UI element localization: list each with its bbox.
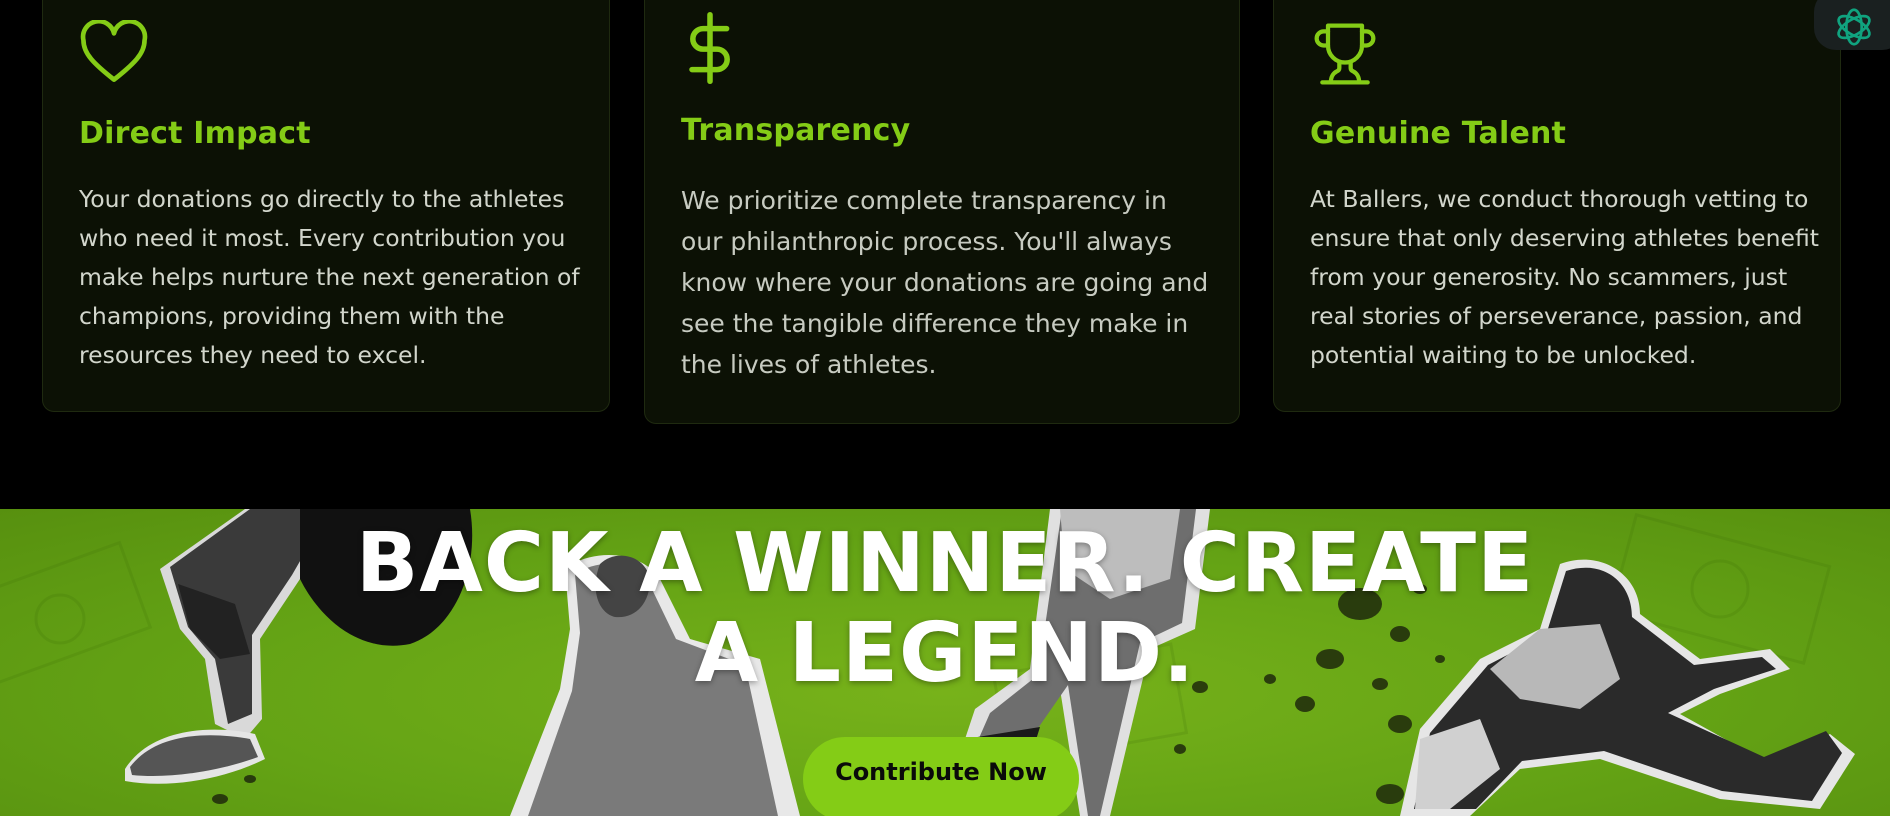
hero-banner: BACK A WINNER. CREATE A LEGEND. Contribu… — [0, 509, 1890, 816]
feature-description: At Ballers, we conduct thorough vetting … — [1310, 185, 1820, 369]
heart-icon — [80, 20, 148, 82]
ai-assistant-button[interactable] — [1814, 0, 1890, 50]
contribute-now-button[interactable]: Contribute Now — [803, 737, 1079, 816]
feature-title: Genuine Talent — [1310, 116, 1567, 151]
feature-card-direct-impact: Direct Impact Your donations go directly… — [42, 0, 610, 412]
feature-card-genuine-talent: Genuine Talent At Ballers, we conduct th… — [1273, 0, 1841, 412]
feature-description: We prioritize complete transparency in o… — [681, 186, 1209, 379]
trophy-icon — [1314, 23, 1376, 85]
hero-headline: BACK A WINNER. CREATE A LEGEND. — [0, 519, 1890, 699]
features-section: Direct Impact Your donations go directly… — [0, 0, 1890, 509]
dollar-icon — [689, 12, 730, 84]
ai-assistant-icon — [1837, 8, 1871, 46]
hero-headline-line1: BACK A WINNER. CREATE — [355, 516, 1535, 611]
feature-description: Your donations go directly to the athlet… — [79, 185, 580, 369]
hero-headline-line2: A LEGEND. — [694, 606, 1196, 701]
feature-card-transparency: Transparency We prioritize complete tran… — [644, 0, 1240, 424]
feature-title: Direct Impact — [79, 116, 311, 151]
feature-title: Transparency — [681, 113, 911, 148]
